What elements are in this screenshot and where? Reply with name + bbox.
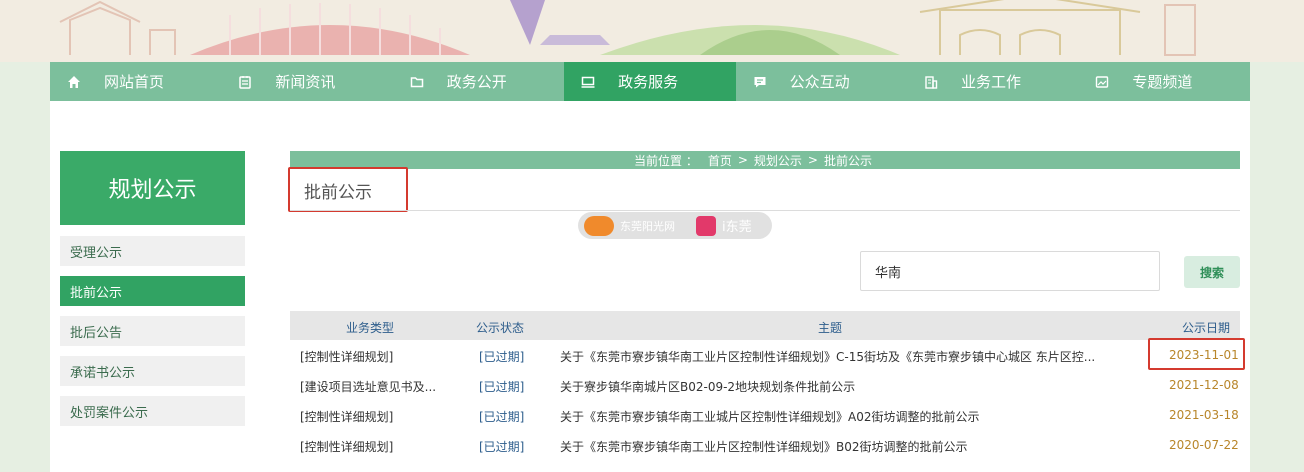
nav-topics[interactable]: 专题频道 bbox=[1078, 62, 1249, 101]
folder-icon bbox=[409, 74, 425, 90]
chat-icon bbox=[752, 74, 768, 90]
row-date: 2021-03-18 bbox=[1169, 408, 1239, 422]
row-date: 2020-07-22 bbox=[1169, 438, 1239, 452]
header-type: 业务类型 bbox=[346, 321, 395, 335]
nav-label: 政务服务 bbox=[618, 73, 679, 91]
search-button[interactable]: 搜索 bbox=[1184, 256, 1240, 288]
header-date: 公示日期 bbox=[1182, 321, 1231, 335]
row-type: [控制性详细规划] bbox=[300, 410, 394, 424]
watermark-text: i东莞 bbox=[722, 220, 752, 235]
search-input[interactable] bbox=[860, 251, 1160, 291]
breadcrumb-prefix: 当前位置 ： bbox=[634, 153, 698, 168]
table-row[interactable]: [控制性详细规划] [已过期] 关于《东莞市寮步镇华南工业片区控制性详细规划》B… bbox=[290, 430, 1240, 460]
banner-illustration bbox=[0, 0, 1304, 62]
row-type: [控制性详细规划] bbox=[300, 350, 394, 364]
row-status: [已过期] bbox=[479, 410, 525, 424]
main-nav: 网站首页 新闻资讯 政务公开 政务服务 公众互动 业务工作 专题频道 bbox=[50, 62, 1250, 101]
row-subject-link[interactable]: 关于《东莞市寮步镇华南工业片区控制性详细规划》C-15街坊及《东莞市寮步镇中心城… bbox=[560, 348, 1110, 365]
header-banner bbox=[0, 0, 1304, 62]
header-status: 公示状态 bbox=[476, 321, 525, 335]
row-subject-link[interactable]: 关于寮步镇华南城片区B02-09-2地块规划条件批前公示 bbox=[560, 378, 1110, 395]
building-icon bbox=[923, 74, 939, 90]
row-subject-link[interactable]: 关于《东莞市寮步镇华南工业城片区控制性详细规划》A02街坊调整的批前公示 bbox=[560, 408, 1110, 425]
page-side-left bbox=[0, 62, 50, 472]
row-subject-link[interactable]: 关于《东莞市寮步镇华南工业片区控制性详细规划》B02街坊调整的批前公示 bbox=[560, 438, 1110, 455]
divider bbox=[290, 210, 1240, 211]
app-logo-icon bbox=[696, 215, 716, 236]
site-watermark: 东莞阳光网 i东莞 bbox=[578, 212, 772, 239]
nav-label: 网站首页 bbox=[104, 73, 165, 91]
nav-public-affairs[interactable]: 政务公开 bbox=[393, 62, 564, 101]
row-status: [已过期] bbox=[479, 440, 525, 454]
table-row[interactable]: [建设项目选址意见书及... [已过期] 关于寮步镇华南城片区B02-09-2地… bbox=[290, 370, 1240, 400]
breadcrumb-separator: > bbox=[737, 153, 748, 167]
monitor-icon bbox=[580, 74, 596, 90]
highlight-box-title bbox=[288, 167, 408, 212]
nav-label: 专题频道 bbox=[1132, 73, 1193, 91]
sidebar-item-accepted[interactable]: 受理公示 bbox=[60, 236, 245, 266]
nav-services[interactable]: 政务服务 bbox=[564, 62, 736, 101]
highlight-box-date bbox=[1148, 338, 1245, 370]
home-icon bbox=[66, 74, 82, 90]
nav-label: 政务公开 bbox=[446, 73, 507, 91]
nav-interaction[interactable]: 公众互动 bbox=[736, 62, 907, 101]
table-row[interactable]: [控制性详细规划] [已过期] 关于《东莞市寮步镇华南工业城片区控制性详细规划》… bbox=[290, 400, 1240, 430]
sidebar-item-post-approval[interactable]: 批后公告 bbox=[60, 316, 245, 346]
row-type: [控制性详细规划] bbox=[300, 440, 394, 454]
row-status: [已过期] bbox=[479, 350, 525, 364]
breadcrumb: 当前位置 ： 首页 > 规划公示 > 批前公示 bbox=[290, 151, 1240, 169]
sun-logo-icon bbox=[584, 215, 614, 236]
breadcrumb-current[interactable]: 批前公示 bbox=[824, 152, 872, 169]
nav-label: 公众互动 bbox=[789, 73, 850, 91]
nav-label: 业务工作 bbox=[960, 73, 1021, 91]
breadcrumb-home[interactable]: 首页 bbox=[708, 152, 732, 169]
row-status: [已过期] bbox=[479, 380, 525, 394]
sidebar-item-penalty[interactable]: 处罚案件公示 bbox=[60, 396, 245, 426]
watermark-text: 东莞阳光网 bbox=[620, 219, 675, 233]
table-row[interactable]: [控制性详细规划] [已过期] 关于《东莞市寮步镇华南工业片区控制性详细规划》C… bbox=[290, 340, 1240, 370]
sidebar-title: 规划公示 bbox=[60, 151, 245, 225]
breadcrumb-planning[interactable]: 规划公示 bbox=[754, 152, 802, 169]
nav-label: 新闻资讯 bbox=[275, 73, 336, 91]
table-header: 业务类型 公示状态 主题 公示日期 bbox=[290, 311, 1240, 340]
row-date: 2021-12-08 bbox=[1169, 378, 1239, 392]
nav-business[interactable]: 业务工作 bbox=[907, 62, 1078, 101]
page-side-right bbox=[1250, 62, 1304, 472]
row-type: [建设项目选址意见书及... bbox=[300, 380, 437, 394]
image-icon bbox=[1094, 74, 1110, 90]
sidebar-item-commitment[interactable]: 承诺书公示 bbox=[60, 356, 245, 386]
breadcrumb-separator: > bbox=[807, 153, 818, 167]
nav-news[interactable]: 新闻资讯 bbox=[221, 62, 392, 101]
nav-home[interactable]: 网站首页 bbox=[50, 62, 221, 101]
header-subject: 主题 bbox=[818, 321, 843, 335]
sidebar-item-pre-approval[interactable]: 批前公示 bbox=[60, 276, 245, 306]
news-icon bbox=[237, 74, 253, 90]
